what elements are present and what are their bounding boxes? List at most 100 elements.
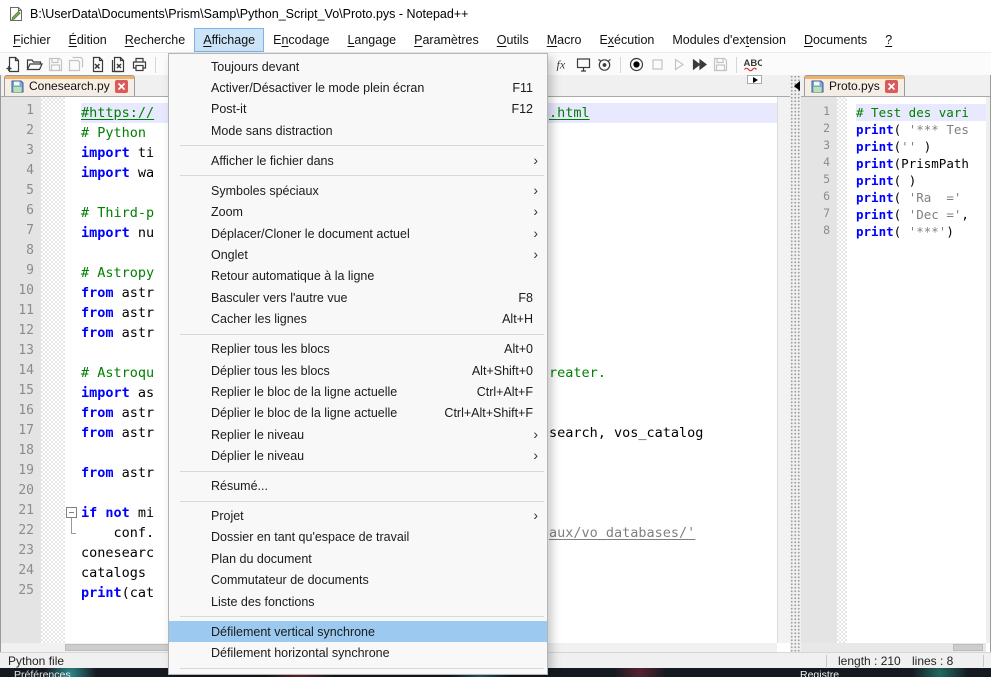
print-icon[interactable] bbox=[129, 54, 150, 75]
menubar-item-ex-cution[interactable]: Exécution bbox=[590, 28, 663, 52]
menu-item-dossier-en-tant-qu-espace-de-travail[interactable]: Dossier en tant qu'espace de travail bbox=[169, 527, 547, 548]
menu-item-mode-sans-distraction[interactable]: Mode sans distraction bbox=[169, 120, 547, 141]
menu-item-afficher-le-fichier-dans[interactable]: Afficher le fichier dans› bbox=[169, 150, 547, 171]
menu-separator bbox=[180, 334, 544, 335]
folder-as-workspace-icon[interactable] bbox=[573, 54, 594, 75]
macro-run-multiple-icon[interactable] bbox=[689, 54, 710, 75]
code-token: (cat bbox=[122, 585, 155, 601]
code-token: .html bbox=[549, 105, 590, 121]
line-number: 23 bbox=[1, 543, 41, 563]
menu-item-symboles-sp-ciaux[interactable]: Symboles spéciaux› bbox=[169, 180, 547, 201]
code-line[interactable]: print( ) bbox=[856, 172, 986, 189]
menu-item-retour-automatique-la-ligne[interactable]: Retour automatique à la ligne bbox=[169, 266, 547, 287]
menu-item-cacher-les-lignes[interactable]: Cacher les lignesAlt+H bbox=[169, 308, 547, 329]
menu-item-d-plier-le-bloc-de-la-ligne-actuelle[interactable]: Déplier le bloc de la ligne actuelleCtrl… bbox=[169, 403, 547, 424]
menubar-item-encodage[interactable]: Encodage bbox=[264, 28, 338, 52]
menu-item-post-it[interactable]: Post-itF12 bbox=[169, 99, 547, 120]
menubar-item-outils[interactable]: Outils bbox=[488, 28, 538, 52]
right-hscrollbar[interactable] bbox=[801, 643, 986, 652]
view-splitter[interactable] bbox=[790, 75, 801, 652]
right-editor[interactable]: 12345678 # Test des variprint( '*** Tesp… bbox=[801, 97, 986, 643]
function-list-icon[interactable]: fx bbox=[552, 54, 573, 75]
left-vscrollbar[interactable] bbox=[777, 97, 790, 643]
close-all-icon[interactable] bbox=[108, 54, 129, 75]
background-text-fragment: Registre bbox=[800, 669, 839, 677]
menubar-item-langage[interactable]: Langage bbox=[338, 28, 405, 52]
hscrollbar-thumb[interactable] bbox=[953, 644, 983, 651]
menubar-item-modules-d-extension[interactable]: Modules d'extension bbox=[663, 28, 795, 52]
spellcheck-icon[interactable]: ABC bbox=[742, 54, 763, 75]
line-number: 14 bbox=[1, 363, 41, 383]
menu-item-label: Post-it bbox=[211, 102, 246, 116]
line-number: 7 bbox=[1, 223, 41, 243]
code-token: astr bbox=[114, 405, 155, 421]
menu-item-shortcut: Alt+Shift+0 bbox=[452, 364, 533, 378]
menu-item-d-filement-horizontal-synchrone[interactable]: Défilement horizontal synchrone bbox=[169, 642, 547, 663]
menu-item-d-placer-cloner-le-document-actuel[interactable]: Déplacer/Cloner le document actuel› bbox=[169, 223, 547, 244]
close-icon[interactable] bbox=[87, 54, 108, 75]
code-line[interactable]: # Test des vari bbox=[856, 104, 986, 121]
monitoring-icon[interactable] bbox=[594, 54, 615, 75]
menu-item-r-sum[interactable]: Résumé... bbox=[169, 475, 547, 496]
code-token: ( bbox=[894, 190, 909, 205]
menu-item-label: Mode sans distraction bbox=[211, 124, 333, 138]
code-line[interactable]: print('' ) bbox=[856, 138, 986, 155]
fold-collapse-marker[interactable] bbox=[66, 507, 77, 518]
code-token: print bbox=[856, 156, 894, 171]
code-line[interactable]: print( '***') bbox=[856, 223, 986, 240]
menu-item-commutateur-de-documents[interactable]: Commutateur de documents bbox=[169, 570, 547, 591]
menu-item-label: Défilement horizontal synchrone bbox=[211, 646, 390, 660]
menu-item-plan-du-document[interactable]: Plan du document bbox=[169, 548, 547, 569]
line-number: 1 bbox=[1, 103, 41, 123]
menubar-item-documents[interactable]: Documents bbox=[795, 28, 876, 52]
menu-item-label: Liste des fonctions bbox=[211, 595, 315, 609]
menu-item-liste-des-fonctions[interactable]: Liste des fonctions bbox=[169, 591, 547, 612]
right-code-area[interactable]: # Test des variprint( '*** Tesprint('' )… bbox=[854, 97, 986, 643]
open-file-icon[interactable] bbox=[24, 54, 45, 75]
line-number: 21 bbox=[1, 503, 41, 523]
menu-item-d-filement-vertical-synchrone[interactable]: Défilement vertical synchrone bbox=[169, 621, 547, 642]
menubar-item-fichier[interactable]: Fichier bbox=[4, 28, 60, 52]
code-token: '' bbox=[901, 139, 916, 154]
menu-item-basculer-vers-l-autre-vue[interactable]: Basculer vers l'autre vueF8 bbox=[169, 287, 547, 308]
menubar-item-item[interactable]: ? bbox=[876, 28, 901, 52]
code-line[interactable]: print( 'Ra =' bbox=[856, 189, 986, 206]
menu-bar: FichierÉditionRechercheAffichageEncodage… bbox=[0, 28, 991, 52]
menu-separator bbox=[180, 145, 544, 146]
menubar-item-recherche[interactable]: Recherche bbox=[116, 28, 194, 52]
splitter-collapse-icon[interactable] bbox=[789, 81, 800, 91]
code-line[interactable]: print( 'Dec =', bbox=[856, 206, 986, 223]
new-file-icon[interactable] bbox=[3, 54, 24, 75]
code-token: nu bbox=[130, 225, 154, 241]
menu-item-zoom[interactable]: Zoom› bbox=[169, 202, 547, 223]
macro-record-icon[interactable] bbox=[626, 54, 647, 75]
menubar-item-param-tres[interactable]: Paramètres bbox=[405, 28, 488, 52]
menu-item-d-plier-le-niveau[interactable]: Déplier le niveau› bbox=[169, 445, 547, 466]
code-token: 'Ra =' bbox=[909, 190, 962, 205]
menu-item-toujours-devant[interactable]: Toujours devant bbox=[169, 56, 547, 77]
menu-item-label: Replier tous les blocs bbox=[211, 342, 330, 356]
line-number: 7 bbox=[801, 206, 837, 223]
menu-item-label: Activer/Désactiver le mode plein écran bbox=[211, 81, 424, 95]
line-number: 24 bbox=[1, 563, 41, 583]
code-line[interactable]: print(PrismPath bbox=[856, 155, 986, 172]
menu-item-label: Basculer vers l'autre vue bbox=[211, 291, 347, 305]
menubar-item-macro[interactable]: Macro bbox=[538, 28, 591, 52]
menu-item-onglet[interactable]: Onglet› bbox=[169, 244, 547, 265]
menubar-item-affichage[interactable]: Affichage bbox=[194, 28, 264, 52]
menu-item-projet[interactable]: Projet› bbox=[169, 505, 547, 526]
menu-item-label: Cacher les lignes bbox=[211, 312, 307, 326]
menu-item-label: Déplacer/Cloner le document actuel bbox=[211, 227, 410, 241]
line-number: 10 bbox=[1, 283, 41, 303]
menu-item-replier-le-niveau[interactable]: Replier le niveau› bbox=[169, 424, 547, 445]
code-token: ( ) bbox=[894, 173, 917, 188]
menu-item-activer-d-sactiver-le-mode-plein-cran[interactable]: Activer/Désactiver le mode plein écranF1… bbox=[169, 77, 547, 98]
menu-item-d-plier-tous-les-blocs[interactable]: Déplier tous les blocsAlt+Shift+0 bbox=[169, 360, 547, 381]
hscrollbar-right-arrow-icon[interactable] bbox=[747, 75, 762, 84]
right-vscrollbar[interactable] bbox=[986, 97, 990, 643]
menubar-item-dition[interactable]: Édition bbox=[60, 28, 116, 52]
code-token: # Astropy bbox=[81, 265, 154, 281]
menu-item-replier-le-bloc-de-la-ligne-actuelle[interactable]: Replier le bloc de la ligne actuelleCtrl… bbox=[169, 381, 547, 402]
code-line[interactable]: print( '*** Tes bbox=[856, 121, 986, 138]
menu-item-replier-tous-les-blocs[interactable]: Replier tous les blocsAlt+0 bbox=[169, 338, 547, 359]
